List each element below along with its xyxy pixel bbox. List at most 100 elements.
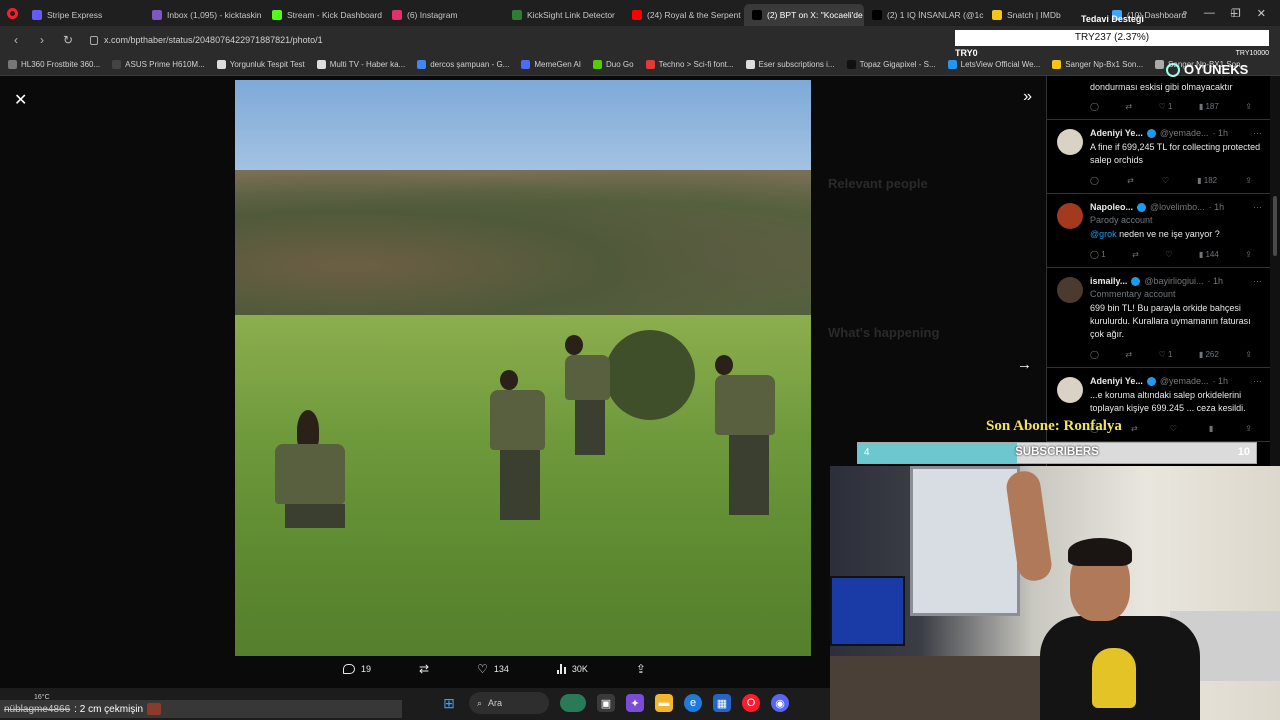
back-icon[interactable]: ‹	[8, 33, 24, 47]
next-photo-icon[interactable]: →	[1017, 356, 1032, 373]
views-icon[interactable]: ▮ 144	[1199, 250, 1219, 259]
browser-tab[interactable]: Stripe Express	[24, 4, 144, 26]
views-icon[interactable]: ▮ 187	[1199, 102, 1219, 111]
avatar[interactable]	[1057, 203, 1083, 230]
bookmark-item[interactable]: Duo Go	[593, 60, 634, 69]
share-icon[interactable]: ⇪	[1245, 250, 1252, 259]
browser-tab[interactable]: (24) Royal & the Serpent	[624, 4, 744, 26]
views-icon[interactable]: ▮ 182	[1197, 176, 1217, 185]
subscriber-goal-label: SUBSCRIBERS	[1015, 446, 1099, 458]
repost-icon[interactable]: ⇄	[1127, 176, 1134, 185]
bookmark-item[interactable]: Techno > Sci-fi font...	[645, 60, 734, 69]
views-icon[interactable]: ▮	[1209, 424, 1213, 433]
file-explorer-icon[interactable]: ▬	[655, 694, 673, 712]
share-icon[interactable]: ⇪	[1245, 424, 1252, 433]
scrollbar[interactable]	[1270, 76, 1280, 466]
more-options-icon[interactable]: ···	[1253, 276, 1262, 286]
browser-tab[interactable]: Stream - Kick Dashboard	[264, 4, 384, 26]
reply-time[interactable]: · 1h	[1213, 128, 1229, 138]
bookmark-item[interactable]: MemeGen AI	[521, 60, 581, 69]
more-options-icon[interactable]: ···	[1253, 376, 1262, 386]
reply-item[interactable]: Napoleo... @lovelimbo... · 1h ··· Parody acc…	[1047, 194, 1270, 269]
reply-author-name[interactable]: Adeniyi Ye...	[1090, 128, 1143, 138]
repost-icon[interactable]: ⇄	[1125, 350, 1132, 359]
reply-author-handle[interactable]: @lovelimbo...	[1150, 202, 1205, 212]
reply-icon[interactable]: ◯	[1090, 176, 1099, 185]
bookmark-item[interactable]: Multi TV - Haber ka...	[316, 60, 405, 69]
heart-icon[interactable]: ♡	[1170, 424, 1177, 433]
tab-label: Stream - Kick Dashboard	[287, 10, 382, 20]
views-icon[interactable]: ▮ 262	[1199, 350, 1219, 359]
taskbar-search[interactable]: ⌕ Ara	[469, 692, 549, 714]
reply-author-handle[interactable]: @yemade...	[1160, 128, 1209, 138]
opera-icon[interactable]: O	[742, 694, 760, 712]
more-options-icon[interactable]: ···	[1253, 202, 1262, 212]
reply-icon[interactable]: ◯ 1	[1090, 250, 1106, 259]
reply-icon[interactable]: ◯	[1090, 102, 1099, 111]
browser-tab[interactable]: (2) 1 IQ İNSANLAR (@1c	[864, 4, 984, 26]
minimize-icon[interactable]: —	[1204, 7, 1215, 19]
bookmark-item[interactable]: Yorgunluk Tespit Test	[216, 60, 305, 69]
browser-tab[interactable]: KickSight Link Detector	[504, 4, 624, 26]
bookmark-item[interactable]: Eser subscriptions i...	[745, 60, 835, 69]
repost-button[interactable]: ⇄	[419, 662, 429, 676]
like-button[interactable]: ♡ 134	[477, 662, 509, 676]
reply-time[interactable]: · 1h	[1209, 202, 1225, 212]
share-icon[interactable]: ⇪	[1245, 350, 1252, 359]
avatar[interactable]	[1057, 377, 1083, 404]
discord-icon[interactable]: ◉	[771, 694, 789, 712]
reply-author-name[interactable]: Napoleo...	[1090, 202, 1133, 212]
scrollbar-thumb[interactable]	[1273, 196, 1277, 256]
reply-author-name[interactable]: Adeniyi Ye...	[1090, 376, 1143, 386]
share-button[interactable]: ⇪	[636, 662, 646, 676]
browser-tab[interactable]: (2) BPT on X: "Kocaeli'de	[744, 4, 864, 26]
reply-icon[interactable]: ◯	[1090, 350, 1099, 359]
heart-icon[interactable]: ♡	[1162, 176, 1169, 185]
heart-icon[interactable]: ♡	[1165, 250, 1172, 259]
copilot-icon[interactable]: ✦	[626, 694, 644, 712]
windows-start-icon[interactable]: ⊞	[440, 694, 458, 712]
url-text[interactable]: x.com/bpthaber/status/204807642297188782…	[104, 35, 323, 45]
avatar[interactable]	[1057, 277, 1083, 304]
share-icon[interactable]: ⇪	[1245, 102, 1252, 111]
close-icon[interactable]: ✕	[14, 90, 27, 110]
reply-button[interactable]: 19	[343, 664, 371, 674]
browser-tab[interactable]: (6) Instagram	[384, 4, 504, 26]
reply-time[interactable]: · 1h	[1213, 376, 1229, 386]
task-view-icon[interactable]: ▣	[597, 694, 615, 712]
more-options-icon[interactable]: ···	[1253, 128, 1262, 138]
expand-sidebar-icon[interactable]: »	[1023, 88, 1032, 106]
reply-author-handle[interactable]: @yemade...	[1160, 376, 1209, 386]
site-info-icon[interactable]	[90, 35, 98, 45]
reply-item[interactable]: Adeniyi Ye... @yemade... · 1h ··· A fine if …	[1047, 120, 1270, 195]
search-tabs-icon[interactable]: ⌕	[1182, 7, 1188, 20]
store-icon[interactable]: ▦	[713, 694, 731, 712]
heart-icon[interactable]: ♡ 1	[1159, 102, 1173, 111]
repost-icon[interactable]: ⇄	[1132, 250, 1139, 259]
repost-icon[interactable]: ⇄	[1131, 424, 1138, 433]
reply-item[interactable]: ismaily... @bayirliogiui... · 1h ··· Comment…	[1047, 268, 1270, 369]
mention-link[interactable]: @grok	[1090, 229, 1117, 239]
views-button[interactable]: 30K	[556, 664, 588, 674]
reply-author-handle[interactable]: @bayirliogiui...	[1144, 276, 1203, 286]
forward-icon[interactable]: ›	[34, 33, 50, 47]
widgets-icon[interactable]	[560, 694, 586, 712]
heart-icon[interactable]: ♡ 1	[1159, 350, 1173, 359]
repost-icon[interactable]: ⇄	[1125, 102, 1132, 111]
maximize-icon[interactable]: ❐	[1231, 7, 1241, 20]
close-window-icon[interactable]: ✕	[1257, 7, 1266, 20]
bookmark-item[interactable]: Topaz Gigapixel - S...	[846, 60, 936, 69]
reload-icon[interactable]: ↻	[60, 33, 76, 47]
reply-author-name[interactable]: ismaily...	[1090, 276, 1127, 286]
bookmark-item[interactable]: ASUS Prime H610M...	[112, 60, 205, 69]
opera-logo-icon[interactable]	[0, 0, 24, 26]
reply-time[interactable]: · 1h	[1208, 276, 1224, 286]
bookmark-item[interactable]: HL360 Frostbite 360...	[8, 60, 100, 69]
bookmark-item[interactable]: dercos şampuan - G...	[417, 60, 509, 69]
share-icon[interactable]: ⇪	[1245, 176, 1252, 185]
tweet-photo[interactable]	[235, 80, 811, 656]
browser-tab[interactable]: Inbox (1,095) - kicktaskin	[144, 4, 264, 26]
avatar[interactable]	[1057, 129, 1083, 155]
url-field[interactable]: x.com/bpthaber/status/204807642297188782…	[90, 35, 323, 45]
edge-icon[interactable]: e	[684, 694, 702, 712]
